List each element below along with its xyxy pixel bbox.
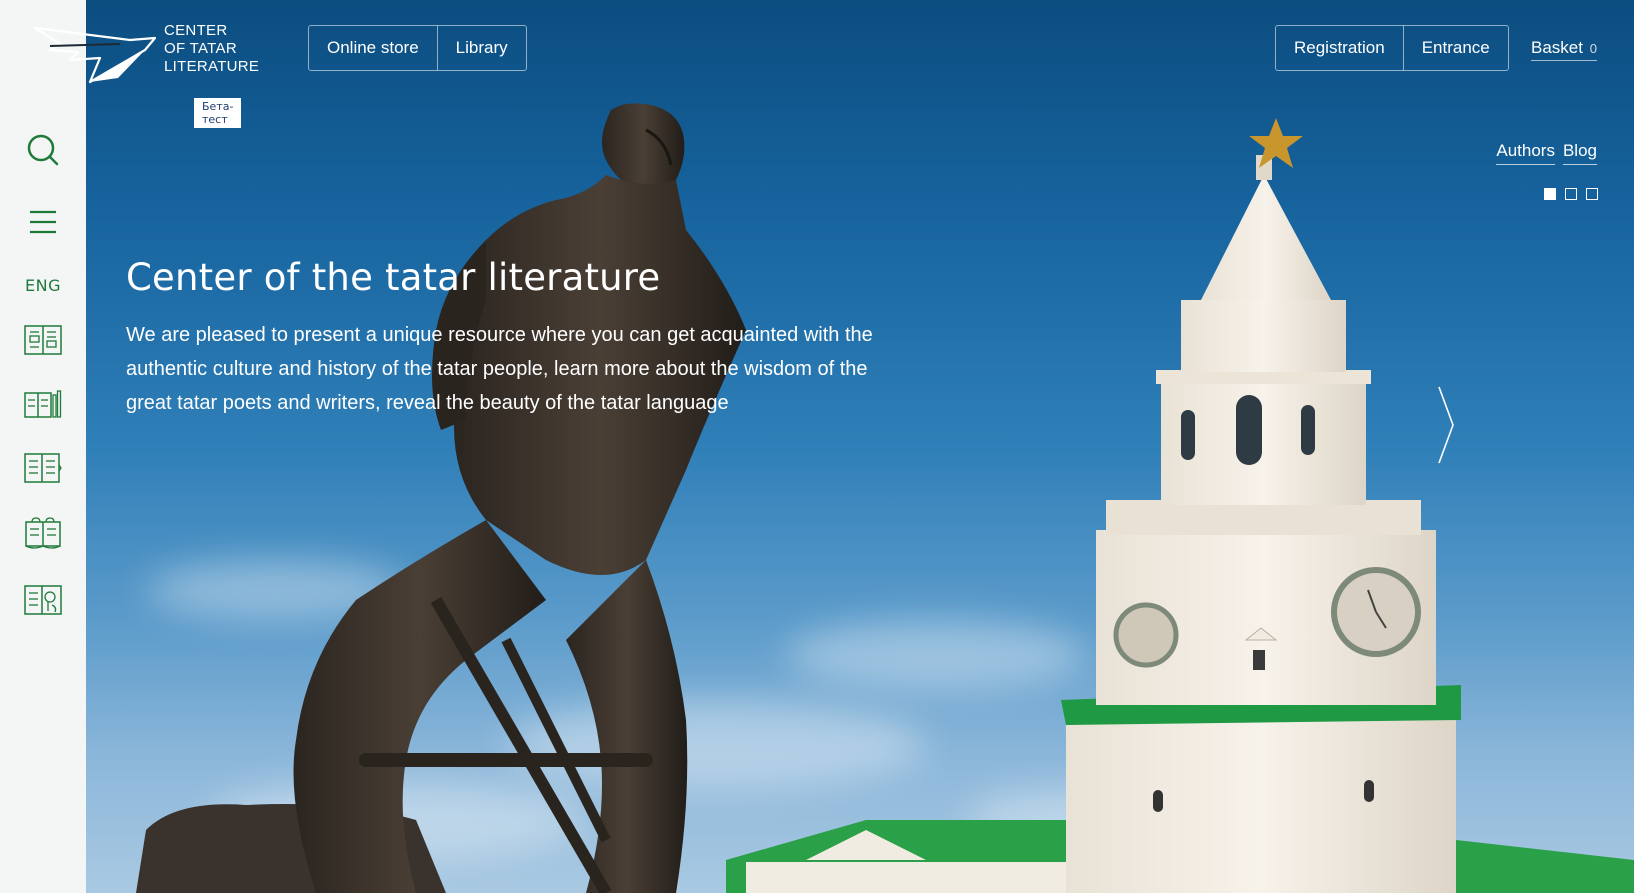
basket-label: Basket bbox=[1531, 38, 1583, 57]
site-logo[interactable]: CENTER OF TATAR LITERATURE Бета-тест bbox=[30, 18, 259, 128]
logo-line-1: CENTER bbox=[164, 22, 228, 39]
reading-icon bbox=[25, 517, 61, 549]
hero-title: Center of the tatar literature bbox=[126, 256, 661, 299]
tower-illustration bbox=[726, 118, 1634, 893]
beta-badge: Бета-тест bbox=[194, 98, 242, 128]
entrance-button[interactable]: Entrance bbox=[1402, 26, 1508, 70]
authors-link[interactable]: Authors bbox=[1496, 141, 1555, 165]
blog-link[interactable]: Blog bbox=[1562, 141, 1597, 165]
document-icon bbox=[24, 453, 62, 483]
registration-button[interactable]: Registration bbox=[1276, 26, 1403, 70]
sidebar-item-reading[interactable] bbox=[0, 514, 86, 554]
hero-background bbox=[86, 0, 1634, 893]
header-auth-nav: Registration Entrance bbox=[1275, 25, 1509, 71]
sidebar: ENG bbox=[0, 0, 86, 893]
menu-icon bbox=[30, 210, 56, 234]
logo-line-2: OF TATAR bbox=[164, 40, 237, 57]
basket-link[interactable]: Basket 0 bbox=[1531, 38, 1597, 61]
sidebar-item-documents[interactable] bbox=[0, 450, 86, 486]
logo-line-3: LITERATURE bbox=[164, 58, 260, 75]
bird-logo-icon bbox=[33, 26, 157, 84]
basket-count: 0 bbox=[1589, 41, 1597, 56]
logo-text: CENTER OF TATAR LITERATURE bbox=[164, 22, 259, 76]
audio-book-icon bbox=[24, 585, 62, 615]
slider-dot-3[interactable] bbox=[1586, 188, 1598, 200]
hero-description: We are pleased to present a unique resou… bbox=[126, 324, 873, 414]
chevron-right-icon bbox=[1438, 386, 1454, 464]
search-icon bbox=[27, 134, 59, 166]
library-shelf-icon bbox=[24, 390, 62, 418]
menu-button[interactable] bbox=[0, 200, 86, 244]
header-left-nav: Online store Library bbox=[308, 25, 527, 71]
slider-dot-1[interactable] bbox=[1544, 188, 1556, 200]
hero-photo bbox=[136, 103, 1634, 893]
slider-dots bbox=[1544, 188, 1598, 200]
library-button[interactable]: Library bbox=[436, 26, 526, 70]
sidebar-item-audio[interactable] bbox=[0, 582, 86, 618]
sidebar-item-library[interactable] bbox=[0, 386, 86, 422]
language-switch[interactable]: ENG bbox=[0, 270, 86, 300]
online-store-button[interactable]: Online store bbox=[309, 26, 437, 70]
books-icon bbox=[24, 325, 62, 355]
statue-silhouette bbox=[136, 103, 746, 893]
sidebar-item-books[interactable] bbox=[0, 322, 86, 358]
language-label: ENG bbox=[25, 275, 61, 295]
sub-nav: Authors Blog bbox=[1496, 141, 1597, 165]
slider-next-button[interactable] bbox=[1436, 385, 1456, 469]
search-button[interactable] bbox=[0, 128, 86, 172]
slider-dot-2[interactable] bbox=[1565, 188, 1577, 200]
